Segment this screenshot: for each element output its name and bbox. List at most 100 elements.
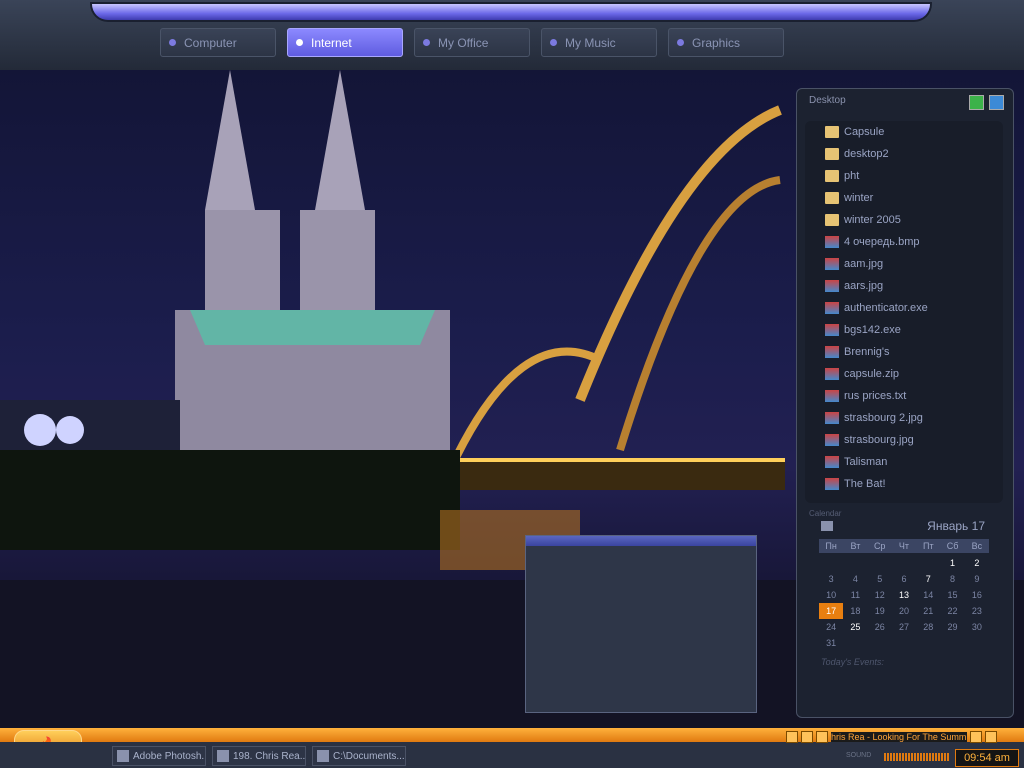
calendar-day[interactable]: 20 xyxy=(892,603,916,619)
calendar-day[interactable]: 9 xyxy=(965,571,989,587)
todays-events-label: Today's Events: xyxy=(821,657,884,667)
file-item[interactable]: capsule.zip xyxy=(805,363,1003,385)
file-item[interactable]: strasbourg 2.jpg xyxy=(805,407,1003,429)
calendar-day[interactable]: 6 xyxy=(892,571,916,587)
calendar-day[interactable]: 30 xyxy=(965,619,989,635)
calendar-day[interactable]: 23 xyxy=(965,603,989,619)
file-item[interactable]: authenticator.exe xyxy=(805,297,1003,319)
file-item[interactable]: Brennig's xyxy=(805,341,1003,363)
calendar-day xyxy=(916,635,940,651)
calendar-day[interactable]: 18 xyxy=(843,603,867,619)
panel-pin-button[interactable] xyxy=(969,95,984,110)
file-name: winter xyxy=(844,192,874,204)
calendar-icon[interactable] xyxy=(821,521,833,531)
tab-bullet-icon xyxy=(677,39,684,46)
file-item[interactable]: 4 очередь.bmp xyxy=(805,231,1003,253)
calendar-day[interactable]: 8 xyxy=(940,571,964,587)
calendar-day[interactable]: 5 xyxy=(868,571,892,587)
file-name: pht xyxy=(844,170,860,182)
file-item[interactable]: bgs142.exe xyxy=(805,319,1003,341)
taskbar-task[interactable]: 198. Chris Rea... xyxy=(212,746,306,766)
play-button[interactable] xyxy=(786,731,798,743)
file-item[interactable]: aam.jpg xyxy=(805,253,1003,275)
calendar-day[interactable]: 7 xyxy=(916,571,940,587)
taskbar-task[interactable]: Adobe Photosh... xyxy=(112,746,206,766)
calendar-day[interactable]: 21 xyxy=(916,603,940,619)
calendar-day xyxy=(843,555,867,571)
clock: 09:54 am xyxy=(955,749,1019,767)
image-icon xyxy=(825,434,839,446)
tab-graphics[interactable]: Graphics xyxy=(668,28,784,57)
pause-button[interactable] xyxy=(801,731,813,743)
file-item[interactable]: aars.jpg xyxy=(805,275,1003,297)
calendar-day xyxy=(892,635,916,651)
calendar-day[interactable]: 14 xyxy=(916,587,940,603)
task-buttons: Adobe Photosh... 198. Chris Rea... C:\Docu… xyxy=(112,746,406,766)
file-item[interactable]: Capsule xyxy=(805,121,1003,143)
calendar-week: 24 25 26 27 28 29 30 xyxy=(819,619,989,635)
folder-icon xyxy=(825,148,839,160)
calendar-day[interactable]: 4 xyxy=(843,571,867,587)
calendar-day[interactable]: 24 xyxy=(819,619,843,635)
top-glow-bar xyxy=(92,4,930,20)
theme-preview-thumbnail[interactable] xyxy=(525,535,757,713)
calendar-day[interactable]: 3 xyxy=(819,571,843,587)
calendar-day[interactable]: 1 xyxy=(940,555,964,571)
file-name: 4 очередь.bmp xyxy=(844,236,920,248)
calendar-week: 31 xyxy=(819,635,989,651)
now-playing-text: hris Rea - Looking For The Summ xyxy=(831,732,967,742)
top-bar: Computer Internet My Office My Music Graphic… xyxy=(0,0,1024,70)
file-item[interactable]: strasbourg.jpg xyxy=(805,429,1003,451)
calendar-day[interactable]: 28 xyxy=(916,619,940,635)
disc-icon xyxy=(825,324,839,336)
calendar-day[interactable]: 31 xyxy=(819,635,843,651)
file-item[interactable]: pht xyxy=(805,165,1003,187)
file-name: Talisman xyxy=(844,456,888,468)
panel-menu-button[interactable] xyxy=(989,95,1004,110)
calendar-day[interactable]: 12 xyxy=(868,587,892,603)
file-item[interactable]: desktop2 xyxy=(805,143,1003,165)
file-item[interactable]: Talisman xyxy=(805,451,1003,473)
calendar-day[interactable]: 25 xyxy=(843,619,867,635)
file-name: Brennig's xyxy=(844,346,890,358)
calendar-day[interactable]: 19 xyxy=(868,603,892,619)
text-file-icon xyxy=(825,390,839,402)
weekday-label: Пт xyxy=(922,541,934,551)
task-app-icon xyxy=(117,750,129,762)
file-item[interactable]: rus prices.txt xyxy=(805,385,1003,407)
file-item[interactable]: winter 2005 xyxy=(805,209,1003,231)
calendar-day[interactable]: 27 xyxy=(892,619,916,635)
calendar-day[interactable]: 17 xyxy=(819,603,844,619)
tab-my-office[interactable]: My Office xyxy=(414,28,530,57)
calendar-day xyxy=(868,635,892,651)
calendar-day[interactable]: 11 xyxy=(843,587,867,603)
tab-bullet-icon xyxy=(296,39,303,46)
calendar-day[interactable]: 22 xyxy=(940,603,964,619)
volume-slider[interactable] xyxy=(884,753,950,761)
calendar-day[interactable]: 26 xyxy=(868,619,892,635)
calendar-day[interactable]: 29 xyxy=(940,619,964,635)
previous-button[interactable] xyxy=(970,731,982,743)
calendar-day[interactable]: 15 xyxy=(940,587,964,603)
tab-bullet-icon xyxy=(550,39,557,46)
calendar-day[interactable]: 10 xyxy=(819,587,843,603)
stop-button[interactable] xyxy=(816,731,828,743)
file-item[interactable]: The Bat! xyxy=(805,473,1003,495)
calendar-week: 17 18 19 20 21 22 23 xyxy=(819,603,989,619)
calendar-day xyxy=(868,555,892,571)
tab-computer[interactable]: Computer xyxy=(160,28,276,57)
tab-my-music[interactable]: My Music xyxy=(541,28,657,57)
calendar-day[interactable]: 2 xyxy=(965,555,989,571)
folder-icon xyxy=(825,214,839,226)
file-name: aam.jpg xyxy=(844,258,884,270)
image-icon xyxy=(825,412,839,424)
next-button[interactable] xyxy=(985,731,997,743)
calendar-day[interactable]: 13 xyxy=(892,587,916,603)
file-item[interactable]: winter xyxy=(805,187,1003,209)
tab-internet[interactable]: Internet xyxy=(287,28,403,57)
taskbar-task[interactable]: C:\Documents... xyxy=(312,746,406,766)
tab-label: Graphics xyxy=(692,35,741,50)
file-name: Capsule xyxy=(844,126,885,138)
calendar-day[interactable]: 16 xyxy=(965,587,989,603)
file-name: winter 2005 xyxy=(844,214,901,226)
